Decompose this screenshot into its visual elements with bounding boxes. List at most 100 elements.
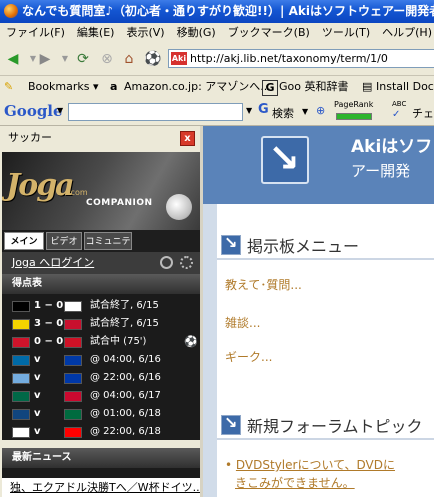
menu-file[interactable]: ファイル(F) [0,23,71,43]
live-ball-icon: ⚽ [184,335,198,348]
firefox-icon [4,4,18,18]
bookmarks-menu[interactable]: Bookmarks ▾ [28,76,98,98]
match-row[interactable]: 1 − 0 試合終了, 6/15 [2,296,200,316]
news-header: 最新ニュース [2,448,200,468]
match-row[interactable]: v @ 04:00, 6/17 [2,386,200,406]
team-flag-icon [64,427,82,438]
forum-link-questions[interactable]: 教えて･質問... [225,276,302,293]
match-row[interactable]: v @ 01:00, 6/18 [2,404,200,424]
spellcheck-button[interactable]: チェ [412,105,434,121]
match-row[interactable]: v @ 22:00, 6/16 [2,368,200,388]
sidebar-title: サッカー [8,131,52,144]
joga-login-link[interactable]: Joga へログイン [12,252,94,274]
match-status: @ 04:00, 6/17 [90,390,161,401]
bookmark-goo[interactable]: Goo 英和辞書 [279,76,348,98]
bullet-icon: • [225,458,233,472]
forum-menu-header: 掲示板メニュー [217,230,434,260]
soccer-ball-icon[interactable]: ⚽ [144,50,162,68]
forum-link-chat[interactable]: 雑談... [225,314,260,331]
magnifier-icon[interactable]: ⊕ [316,104,325,117]
url-input[interactable]: Aki http://akj.lib.net/taxonomy/term/1/0 [168,49,434,68]
pagerank-label: PageRank [334,100,374,109]
bookmark-install-doc[interactable]: Install Doc [376,76,434,98]
companion-label: COMPANION [86,198,153,208]
google-search-button[interactable]: 検索 [272,105,294,121]
team-flag-icon [64,355,82,366]
new-topics-title: 新規フォーラムトピック [247,417,423,436]
arrow-box-icon [221,233,241,255]
match-score: 3 − 0 [34,318,64,329]
match-score: 0 − 0 [34,336,64,347]
match-row[interactable]: v @ 22:00, 6/18 [2,422,200,442]
match-row[interactable]: v @ 04:00, 6/16 [2,350,200,370]
url-text: http://akj.lib.net/taxonomy/term/1/0 [190,52,388,65]
menu-tools[interactable]: ツール(T) [316,23,376,43]
match-row[interactable]: 3 − 0 試合終了, 6/15 [2,314,200,334]
reload-icon[interactable]: ⟳ [74,50,92,68]
scores-list: 1 − 0 試合終了, 6/15 3 − 0 試合終了, 6/15 0 − 0 試合中 (… [2,294,200,440]
home-icon[interactable]: ⌂ [120,50,138,68]
site-logo-icon[interactable] [261,136,309,184]
refresh-icon[interactable] [160,256,173,269]
news-spacer [2,468,200,478]
arrow-box-icon [221,413,241,435]
menu-help[interactable]: ヘルプ(H) [376,23,434,43]
tab-community[interactable]: コミュニティ [84,232,132,265]
match-row[interactable]: 0 − 0 試合中 (75') ⚽ [2,332,200,352]
stop-icon[interactable]: ⊗ [98,50,116,68]
sidebar-header: サッカー x [0,126,200,150]
spellcheck-label: ABC [392,100,407,108]
menu-edit[interactable]: 編集(E) [71,23,121,43]
forward-dropdown-icon[interactable]: ▼ [56,50,74,68]
forward-arrow-icon[interactable]: ▶ [36,50,54,68]
google-toolbar: Google ▼ ▼ G 検索 ▼ ⊕ PageRank ABC ✓ チェ [0,99,434,126]
topic-title-line1[interactable]: DVDStylerについて、DVDに [236,458,395,472]
match-score: v [34,426,41,437]
sidebar-tabs: メイン ビデオ コミュニティ [2,230,200,265]
news-item-link[interactable]: 独、エクアドル決勝Tへ／W杯ドイツ... [2,478,200,497]
scores-header: 得点表 [2,274,200,294]
back-arrow-icon[interactable]: ◀ [4,50,22,68]
google-search-input[interactable] [68,103,243,121]
tab-video[interactable]: ビデオ [46,232,82,250]
menu-view[interactable]: 表示(V) [120,23,170,43]
joga-banner[interactable]: Joga .com COMPANION [2,152,200,230]
team-flag-icon [12,319,30,330]
match-score: v [34,372,41,383]
team-flag-icon [12,409,30,420]
site-header: Akiはソフ アー開発 [203,126,434,204]
menu-go[interactable]: 移動(G) [171,23,222,43]
match-status: @ 22:00, 6/16 [90,372,161,383]
google-logo[interactable]: Google [4,102,63,120]
team-flag-icon [12,391,30,402]
match-score: v [34,354,41,365]
search-options-icon[interactable]: ▼ [302,107,308,116]
forum-menu-title: 掲示板メニュー [247,237,360,256]
login-row: Joga へログイン [2,252,200,274]
tab-main[interactable]: メイン [4,232,44,250]
google-dropdown-icon[interactable]: ▼ [57,106,63,115]
menu-bookmarks[interactable]: ブックマーク(B) [222,23,316,43]
forum-link-geek[interactable]: ギーク... [225,348,272,365]
pagerank-bar [336,113,372,120]
team-flag-icon [12,427,30,438]
new-topics-header: 新規フォーラムトピック [217,410,434,440]
joga-logo-com: .com [68,188,88,197]
match-status: @ 01:00, 6/18 [90,408,161,419]
spellcheck-icon[interactable]: ✓ [392,109,400,120]
settings-icon[interactable] [180,256,193,269]
match-status: 試合終了, 6/15 [90,318,159,329]
menu-bar: ファイル(F) 編集(E) 表示(V) 移動(G) ブックマーク(B) ツール(T) ヘルプ… [0,23,434,43]
topic-title-line2[interactable]: きこみができません。 [225,476,355,490]
joga-logo: Joga [6,168,75,203]
window-title-bar[interactable]: なんでも質問室♪（初心者・通りすがり歓迎!!）| Akiはソフトウェアー開発者 [0,0,434,23]
soccer-sidebar: サッカー x Joga .com COMPANION メイン ビデオ コミュニテ… [0,126,203,497]
match-score: v [34,390,41,401]
topic-list-item[interactable]: • DVDStylerについて、DVDに きこみができません。 [225,456,434,492]
sidebar-close-button[interactable]: x [180,131,195,146]
soccer-ball-graphic [166,194,192,220]
bookmark-amazon[interactable]: Amazon.co.jp: アマゾンへ... [124,76,271,98]
site-name-line2: アー開発 [351,162,411,180]
search-dropdown-icon[interactable]: ▼ [246,106,252,115]
bookmarks-star-icon: ✎ [4,80,14,93]
